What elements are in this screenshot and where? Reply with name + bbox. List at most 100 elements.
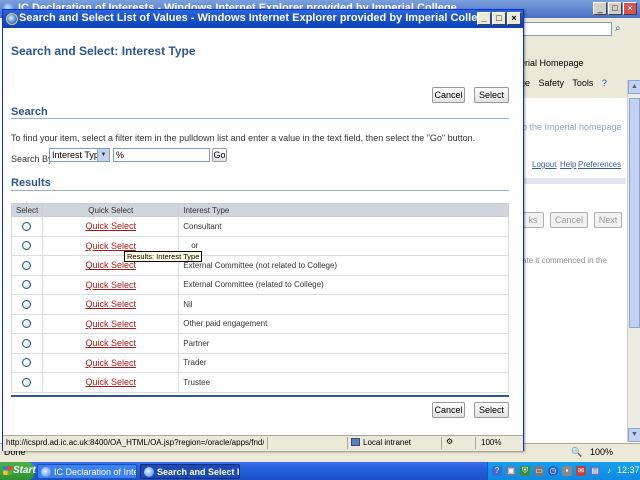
search-divider [11, 118, 509, 119]
quick-select-link[interactable]: Quick Select [47, 358, 174, 368]
select-radio[interactable] [22, 319, 31, 329]
scroll-up-icon[interactable]: ▲ [628, 80, 640, 94]
preferences-link[interactable]: Preferences [578, 160, 621, 169]
select-radio[interactable] [22, 221, 31, 231]
chevron-down-icon[interactable]: ▼ [97, 149, 109, 161]
popup-zoom[interactable]: 100% [481, 438, 501, 447]
select-radio[interactable] [22, 377, 31, 387]
ie-icon [144, 467, 154, 477]
table-row: Quick Select External Committee (not rel… [10, 255, 509, 276]
maximize-icon[interactable]: □ [608, 2, 622, 15]
display-tray-icon[interactable]: ▭ [534, 466, 544, 476]
intranet-icon [351, 438, 360, 446]
interest-type-cell: External Committee (not related to Colle… [178, 255, 509, 276]
search-by-label: Search By [11, 154, 53, 164]
windows-logo-icon [3, 466, 12, 475]
interest-type-cell: Nil [178, 294, 509, 315]
interest-type-cell: Partner [178, 333, 509, 354]
popup-window-title: Search and Select List of Values - Windo… [19, 12, 491, 24]
status-separator [347, 437, 348, 449]
device-tray-icon[interactable]: ▪ [562, 466, 572, 476]
quick-select-link[interactable]: Quick Select [47, 221, 174, 231]
ie-icon [6, 13, 18, 25]
column-header-select: Select [10, 203, 44, 217]
taskbar-item-search-select[interactable]: Search and Select Lis... [140, 464, 240, 479]
protected-mode-icon: ⚙ [446, 437, 454, 446]
next-button[interactable]: Next [594, 212, 622, 228]
task-label: Search and Select Lis... [157, 467, 239, 477]
clock-tray-icon[interactable]: ◷ [548, 466, 558, 476]
select-radio[interactable] [22, 280, 31, 290]
scroll-thumb[interactable] [629, 98, 640, 328]
column-header-quick-select: Quick Select [42, 203, 180, 217]
homepage-tab[interactable]: erial Homepage [520, 58, 584, 68]
search-icon[interactable]: ⌕ [615, 23, 627, 35]
results-heading: Results [11, 177, 51, 189]
quick-select-link[interactable]: Quick Select [47, 241, 174, 251]
tools-menu[interactable]: Tools [572, 78, 593, 88]
back-button[interactable]: ks [522, 212, 544, 228]
quick-select-link[interactable]: Quick Select [47, 377, 174, 387]
logout-link[interactable]: Logout [532, 160, 556, 169]
page-title: Search and Select: Interest Type [11, 44, 196, 58]
clock: 12:37 [617, 465, 640, 475]
interest-type-cell: External Committee (related to College) [178, 274, 509, 295]
help-link[interactable]: Help [560, 160, 576, 169]
start-button[interactable]: Start [0, 462, 36, 480]
results-divider [11, 190, 509, 191]
minimize-icon[interactable]: _ [593, 2, 607, 15]
select-button-bottom[interactable]: Select [474, 402, 509, 418]
taskbar-item-ic-declaration[interactable]: IC Declaration of Interes... [37, 464, 137, 479]
interest-type-cell: Other paid engagement [178, 313, 509, 334]
background-scrollbar[interactable]: ▲ ▼ [627, 80, 640, 442]
table-row: Quick Select Other paid engagement [10, 313, 509, 334]
search-value-input[interactable]: % [113, 148, 210, 162]
search-instructions: To find your item, select a filter item … [11, 133, 476, 143]
quick-select-link[interactable]: Quick Select [47, 338, 174, 348]
volume-tray-icon[interactable]: ♪ [604, 466, 614, 476]
network-tray-icon[interactable]: ▣ [506, 466, 516, 476]
scroll-down-icon[interactable]: ▼ [628, 428, 640, 442]
zoom-icon[interactable]: 🔍 [571, 447, 582, 458]
results-table: Select Quick Select Interest Type Quick … [10, 203, 509, 393]
select-radio[interactable] [22, 241, 31, 251]
select-radio[interactable] [22, 338, 31, 348]
help-icon[interactable]: ? [602, 78, 607, 88]
start-label: Start [13, 465, 36, 476]
background-cancel-button[interactable]: Cancel [550, 212, 588, 228]
popup-title-bar: Search and Select List of Values - Windo… [3, 10, 523, 28]
cancel-button[interactable]: Cancel [432, 87, 465, 103]
cancel-button-bottom[interactable]: Cancel [432, 402, 465, 418]
table-row: Quick Select Trader [10, 352, 509, 373]
quick-select-link[interactable]: Quick Select [47, 280, 174, 290]
popup-close-icon[interactable]: × [507, 12, 521, 25]
quick-select-link[interactable]: Quick Select [47, 319, 174, 329]
status-separator [441, 437, 442, 449]
update-tray-icon[interactable]: ✉ [576, 466, 586, 476]
close-icon[interactable]: × [623, 2, 637, 15]
live-search-input[interactable] [522, 22, 612, 36]
help-tray-icon[interactable]: ? [492, 466, 502, 476]
filter-select[interactable]: Interest Type ▼ [49, 148, 110, 162]
select-radio[interactable] [22, 299, 31, 309]
table-row: Quick Select Partner [10, 333, 509, 354]
safety-menu[interactable]: Safety [539, 78, 565, 88]
imperial-homepage-link[interactable]: o the Imperial homepage [522, 122, 622, 132]
popup-content: Search and Select: Interest Type Cancel … [3, 28, 523, 435]
command-bar: ge Safety Tools ? [520, 78, 640, 88]
background-zoom[interactable]: 100% [590, 447, 613, 457]
select-button[interactable]: Select [474, 87, 509, 103]
go-button[interactable]: Go [212, 148, 227, 162]
interest-type-cell: Consultant [178, 216, 509, 237]
select-radio[interactable] [22, 260, 31, 270]
table-row: Quick Select Consultant [10, 216, 509, 237]
table-row: Quick Select or [10, 235, 509, 256]
quick-select-link[interactable]: Quick Select [47, 299, 174, 309]
table-header-row: Select Quick Select Interest Type [10, 203, 509, 217]
results-tooltip: Results: Interest Type [124, 251, 203, 262]
popup-minimize-icon[interactable]: _ [477, 12, 491, 25]
popup-maximize-icon[interactable]: □ [492, 12, 506, 25]
select-radio[interactable] [22, 358, 31, 368]
monitor-tray-icon[interactable]: ▤ [590, 466, 600, 476]
security-tray-icon[interactable]: ⛨ [520, 466, 530, 476]
